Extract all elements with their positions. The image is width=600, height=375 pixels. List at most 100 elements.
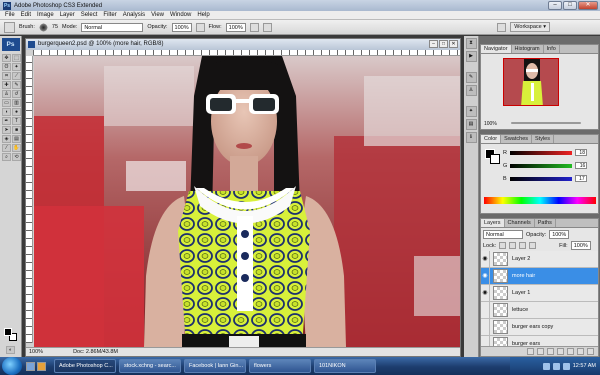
layer-row[interactable]: ◉ more hair xyxy=(481,267,598,285)
lock-all-icon[interactable] xyxy=(529,242,537,249)
color-b-slider[interactable] xyxy=(509,176,572,181)
menu-layer[interactable]: Layer xyxy=(57,12,78,18)
tab-swatches[interactable]: Swatches xyxy=(501,135,533,143)
layer-mask-icon[interactable] xyxy=(547,348,554,355)
layer-name[interactable]: Layer 1 xyxy=(512,290,530,296)
menu-image[interactable]: Image xyxy=(34,12,57,18)
hand-tool-icon[interactable]: ✋ xyxy=(12,144,21,152)
brush-tool-icon[interactable] xyxy=(4,21,15,33)
security-tray-icon[interactable] xyxy=(562,362,570,370)
layer-row[interactable]: ◉ Layer 2 xyxy=(481,250,598,268)
visibility-eye-icon[interactable]: ◉ xyxy=(481,284,490,302)
navigator-zoom-value[interactable]: 100% xyxy=(484,121,497,127)
maximize-button[interactable]: □ xyxy=(563,1,577,10)
color-bg-swatch[interactable] xyxy=(490,154,500,164)
status-zoom[interactable]: 100% xyxy=(29,348,43,356)
eyedropper-tool-icon[interactable]: ⁄ xyxy=(2,144,11,152)
tab-histogram[interactable]: Histogram xyxy=(512,45,544,53)
doc-maximize-button[interactable]: □ xyxy=(439,40,448,48)
tab-info[interactable]: Info xyxy=(544,45,560,53)
zoom-tool-icon[interactable]: ⌕ xyxy=(2,153,11,161)
status-doc-size[interactable]: Doc: 2.86M/43.8M xyxy=(73,348,118,356)
menu-analysis[interactable]: Analysis xyxy=(120,12,148,18)
image-canvas[interactable] xyxy=(34,56,460,347)
new-group-icon[interactable] xyxy=(567,348,574,355)
new-layer-icon[interactable] xyxy=(577,348,584,355)
close-button[interactable]: ✕ xyxy=(578,1,598,10)
fill-input[interactable]: 100% xyxy=(570,241,591,250)
clock[interactable]: 12:57 AM xyxy=(573,363,596,369)
tab-paths[interactable]: Paths xyxy=(535,219,556,227)
slice-tool-icon[interactable]: ⟋ xyxy=(12,72,21,80)
start-button[interactable] xyxy=(2,357,22,375)
tool-presets-icon[interactable]: ✦ xyxy=(465,106,477,117)
color-b-value[interactable]: 17 xyxy=(574,175,587,182)
opacity-input[interactable]: 100% xyxy=(171,22,192,32)
volume-tray-icon[interactable] xyxy=(552,362,560,370)
rotate-view-icon[interactable]: ⟲ xyxy=(12,153,21,161)
color-g-value[interactable]: 16 xyxy=(575,162,588,169)
quick-mask-icon[interactable]: ◐ xyxy=(6,346,15,354)
notes-tool-icon[interactable]: ▤ xyxy=(12,135,21,143)
dodge-tool-icon[interactable]: ● xyxy=(12,108,21,116)
eraser-tool-icon[interactable]: ▭ xyxy=(2,99,11,107)
navigator-zoom-slider[interactable] xyxy=(511,122,581,124)
clone-stamp-icon[interactable]: ♙ xyxy=(2,90,11,98)
taskbar-item-stockxchng[interactable]: stock.xchng - searc... xyxy=(119,359,181,373)
airbrush-icon[interactable] xyxy=(249,22,259,32)
bridge-icon[interactable] xyxy=(497,22,507,32)
visibility-eye-icon[interactable] xyxy=(481,301,490,319)
layer-row[interactable]: burger ears copy xyxy=(481,318,598,336)
flow-input[interactable]: 100% xyxy=(225,22,246,32)
brush-tool-icon-panel[interactable]: ✎ xyxy=(12,81,21,89)
layer-name[interactable]: more hair xyxy=(512,273,535,279)
taskbar-item-101nikon[interactable]: 101NIKON xyxy=(314,359,376,373)
workspace-menu[interactable]: Workspace ▾ xyxy=(510,22,550,32)
magic-wand-tool-icon[interactable]: ✦ xyxy=(12,63,21,71)
layer-name[interactable]: Layer 2 xyxy=(512,256,530,262)
foreground-color-swatch[interactable] xyxy=(4,328,12,336)
actions-panel-icon[interactable]: ▶ xyxy=(465,51,477,62)
layers-opacity-input[interactable]: 100% xyxy=(549,230,570,239)
menu-file[interactable]: File xyxy=(2,12,18,18)
lasso-tool-icon[interactable]: ʘ xyxy=(2,63,11,71)
tab-styles[interactable]: Styles xyxy=(532,135,554,143)
taskbar-item-facebook[interactable]: Facebook | Iann Gin... xyxy=(184,359,246,373)
pressure-opacity-icon[interactable] xyxy=(195,22,205,32)
menu-select[interactable]: Select xyxy=(78,12,101,18)
layer-row[interactable]: ◉ Layer 1 xyxy=(481,284,598,302)
visibility-eye-icon[interactable]: ◉ xyxy=(481,267,490,285)
navigator-thumbnail[interactable] xyxy=(503,58,559,106)
blur-tool-icon[interactable]: ◖ xyxy=(2,108,11,116)
tab-navigator[interactable]: Navigator xyxy=(481,45,512,53)
color-g-slider[interactable] xyxy=(510,163,573,168)
clone-source-panel-icon[interactable]: ♙ xyxy=(465,85,477,96)
lock-image-icon[interactable] xyxy=(509,242,517,249)
menu-window[interactable]: Window xyxy=(167,12,194,18)
adjustment-layer-icon[interactable] xyxy=(557,348,564,355)
crop-tool-icon[interactable]: ⌗ xyxy=(2,72,11,80)
lock-position-icon[interactable] xyxy=(519,242,527,249)
color-r-slider[interactable] xyxy=(509,150,572,155)
layer-name[interactable]: lettuce xyxy=(512,307,528,313)
path-select-icon[interactable]: ➤ xyxy=(2,126,11,134)
network-tray-icon[interactable] xyxy=(542,362,550,370)
layer-row[interactable]: lettuce xyxy=(481,301,598,319)
link-layers-icon[interactable] xyxy=(527,348,534,355)
move-tool-icon[interactable]: ✥ xyxy=(2,54,11,62)
brushes-panel-icon[interactable]: ✎ xyxy=(465,72,477,83)
healing-brush-icon[interactable]: ✚ xyxy=(2,81,11,89)
taskbar-item-photoshop[interactable]: Adobe Photoshop C... xyxy=(54,359,116,373)
doc-minimize-button[interactable]: – xyxy=(429,40,438,48)
tab-color[interactable]: Color xyxy=(481,135,502,143)
mode-select[interactable]: Normal xyxy=(81,22,144,32)
layer-name[interactable]: burger ears copy xyxy=(512,324,553,330)
marquee-tool-icon[interactable]: ⬚ xyxy=(12,54,21,62)
lock-transparent-icon[interactable] xyxy=(499,242,507,249)
trash-icon[interactable] xyxy=(587,348,594,355)
visibility-eye-icon[interactable] xyxy=(481,318,490,336)
shape-tool-icon[interactable]: ■ xyxy=(12,126,21,134)
show-desktop-icon[interactable] xyxy=(26,361,35,371)
menu-filter[interactable]: Filter xyxy=(100,12,119,18)
menu-view[interactable]: View xyxy=(148,12,167,18)
